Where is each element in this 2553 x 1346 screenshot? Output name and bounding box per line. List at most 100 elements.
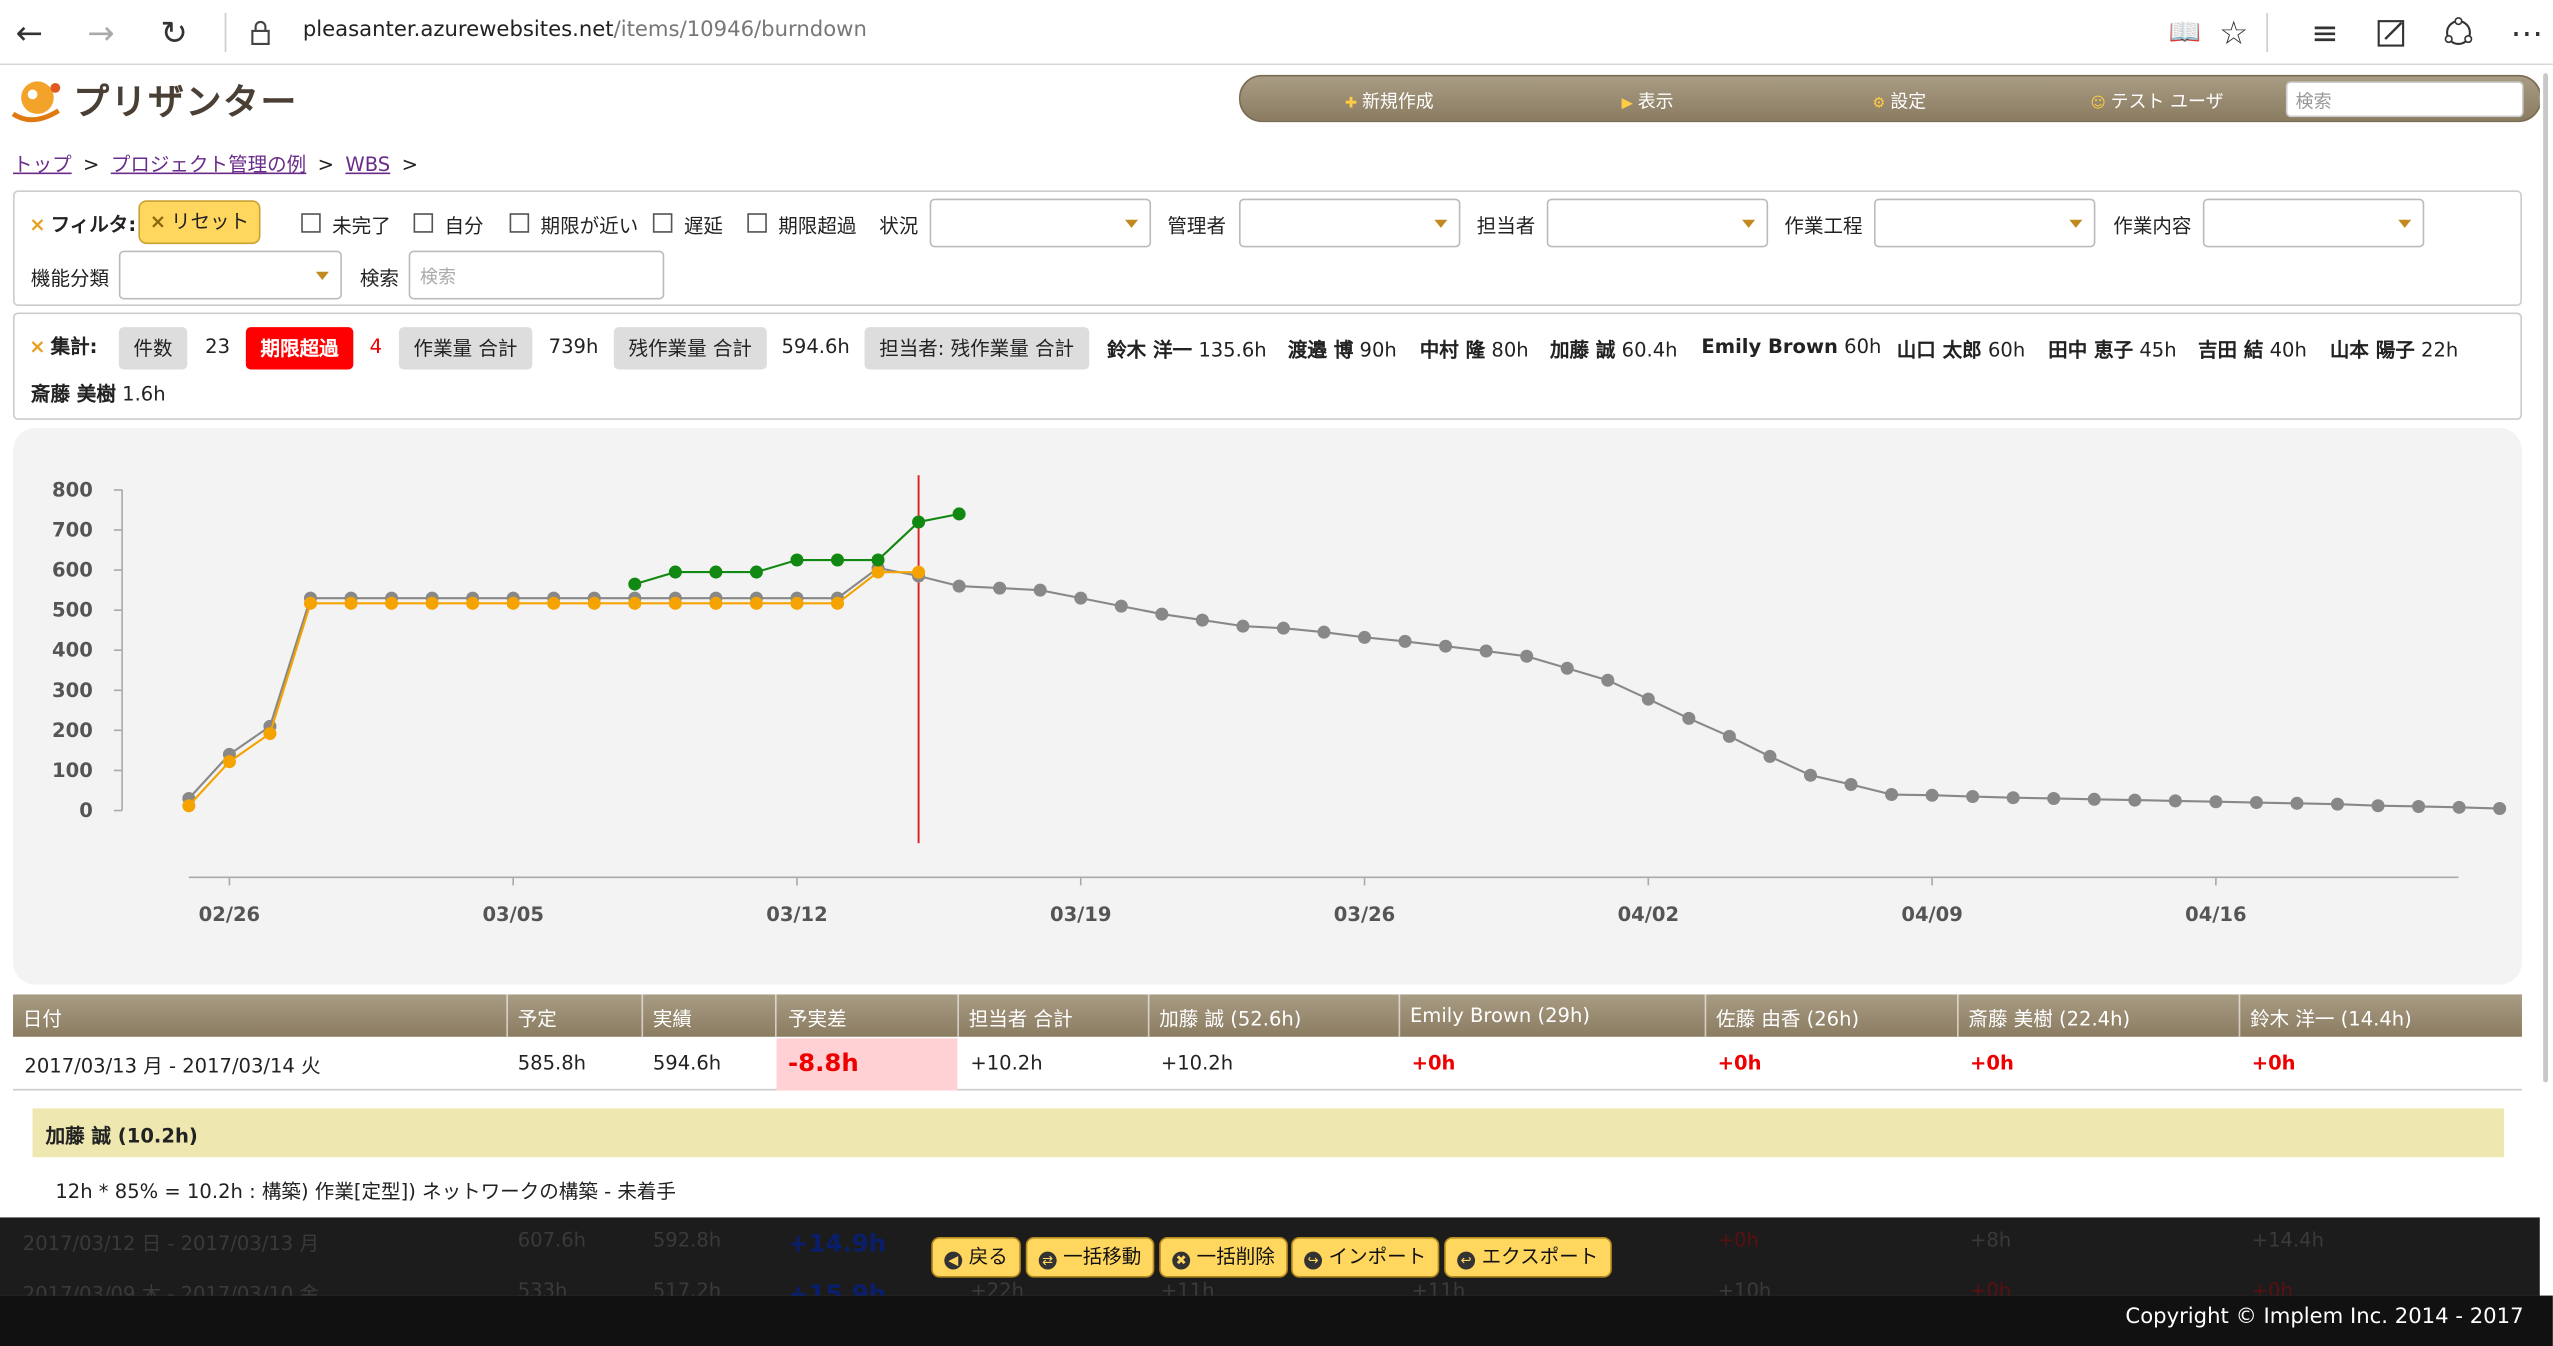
burndown-chart-panel: 800 700 600 500 400 300 200 100 0 02/26 03/05 03/12… [13,428,2522,985]
main-menu: ✚ 新規作成 ▶ 表示 ⚙ 設定 ☺ テスト ユーザ 検索 [1239,74,2542,123]
pleasanter-logo-icon[interactable] [10,78,69,124]
data-point-actual [303,596,317,610]
refresh-icon[interactable]: ↻ [155,13,194,52]
hub-icon[interactable]: ≡ [2305,13,2344,52]
col-emily[interactable]: Emily Brown (29h) [1410,1004,1590,1027]
assignee-name: 田中 恵子 [2048,338,2134,362]
forward-icon[interactable]: → [81,13,120,52]
menu-user[interactable]: ☺ テスト ユーザ [2091,88,2224,114]
col-date[interactable]: 日付 [23,1004,62,1032]
bulk-delete-button[interactable]: ✖ 一括削除 [1159,1236,1288,1278]
col-diff[interactable]: 予実差 [788,1004,847,1032]
row2-suzuki: +14.4h [2251,1228,2324,1252]
reset-label: リセット [170,209,250,233]
detail-line[interactable]: 12h * 85% = 10.2h : 構築) 作業[定型]) ネットワークの構… [55,1177,676,1205]
data-point-plan [1803,768,1817,782]
browser-toolbar: ← → ↻ pleasanter.azurewebsites.net/items… [0,0,2553,66]
process-select[interactable] [1873,198,2096,248]
bulk-move-label: 一括移動 [1063,1245,1142,1268]
data-point-actual [871,565,885,579]
scrollbar-thumb[interactable] [2543,73,2549,1083]
table-row[interactable]: 2017/03/13 月 - 2017/03/14 火 585.8h 594.6… [13,1038,2522,1091]
url-host: pleasanter.azurewebsites.net [302,17,614,43]
data-point-plan [1641,692,1655,706]
column-divider [1147,994,1150,1037]
back-icon[interactable]: ← [10,13,49,52]
menu-settings[interactable]: ⚙ 設定 [1872,88,1926,114]
row3-kato: +11h [1160,1279,1215,1296]
data-point-plan [1844,777,1858,791]
work-content-select[interactable] [2202,198,2425,248]
x-tick-label: 03/05 [482,903,543,926]
row3-saito: +0h [1970,1279,2012,1296]
data-point-plan [2047,791,2061,806]
breadcrumb-top[interactable]: トップ [13,153,72,176]
reset-filter-button[interactable]: × リセット [138,200,261,245]
checkbox-incomplete[interactable] [301,213,321,233]
checkbox-incomplete-label: 未完了 [332,214,391,238]
breadcrumb-wbs[interactable]: WBS [345,153,390,176]
import-label: インポート [1328,1245,1427,1268]
divider [2266,13,2268,53]
count-value: 23 [205,335,231,359]
favorite-star-icon[interactable]: ☆ [2214,13,2253,52]
cell-date: 2017/03/13 月 - 2017/03/14 火 [24,1054,321,1078]
reading-view-icon[interactable]: 📖 [2165,13,2204,52]
status-select[interactable] [929,198,1152,248]
function-class-select[interactable] [118,250,342,300]
import-button[interactable]: ↪ インポート [1291,1236,1440,1278]
triangle-right-icon: ▶ [1621,96,1633,113]
back-button[interactable]: ◀ 戻る [931,1236,1021,1278]
y-tick-label: 300 [52,679,93,702]
menu-view[interactable]: ▶ 表示 [1622,88,1674,114]
checkbox-mine[interactable] [413,213,434,233]
col-kato[interactable]: 加藤 誠 (52.6h) [1159,1004,1301,1032]
detail-title: 加藤 誠 (10.2h) [32,1108,2505,1158]
breadcrumb-project[interactable]: プロジェクト管理の例 [111,153,306,176]
menu-new[interactable]: ✚ 新規作成 [1345,88,1434,114]
col-plan[interactable]: 予定 [518,1004,557,1032]
owner-select[interactable] [1546,198,1769,248]
x-icon: × [149,209,167,233]
col-total[interactable]: 担当者 合計 [969,1004,1073,1032]
col-sato[interactable]: 佐藤 由香 (26h) [1716,1004,1859,1032]
data-point-plan [2452,800,2466,814]
checkbox-delay[interactable] [652,213,673,233]
header-search-input[interactable]: 検索 [2285,81,2524,118]
y-tick-label: 0 [79,799,93,822]
col-actual[interactable]: 実績 [653,1004,692,1032]
scrollbar[interactable] [2539,65,2553,1296]
data-point-plan [2168,794,2182,808]
data-point-actual [385,596,399,610]
summary-panel: × 集計: 件数 23 期限超過 4 作業量 合計 739h 残作業量 合計 59… [13,312,2522,420]
bulk-move-button[interactable]: ⇄ 一括移動 [1025,1236,1155,1278]
filter-search-input[interactable]: 検索 [408,250,665,300]
share-icon[interactable] [2439,13,2478,52]
collapse-x-icon[interactable]: × [29,213,45,236]
manager-select[interactable] [1239,198,1461,248]
row3-date: 2017/03/09 木 - 2017/03/10 金 [22,1282,319,1296]
search-label: 検索 [359,266,399,290]
trash-icon: ✖ [1172,1251,1191,1270]
column-divider [2238,994,2241,1037]
data-point-actual [912,565,926,579]
data-point-actual [628,596,642,610]
menu-new-label: 新規作成 [1362,91,1434,113]
data-point-actual [790,596,804,610]
y-tick-label: 400 [52,639,93,662]
web-note-icon[interactable] [2372,13,2411,52]
manager-label: 管理者 [1167,214,1227,238]
more-icon[interactable]: ⋯ [2507,13,2546,52]
col-saito[interactable]: 斎藤 美樹 (22.4h) [1968,1004,2130,1032]
checkbox-overdue[interactable] [747,213,767,233]
col-suzuki[interactable]: 鈴木 洋一 (14.4h) [2250,1004,2412,1032]
collapse-x-icon[interactable]: × [29,335,45,358]
app-logo-text[interactable]: プリザンター [73,73,298,125]
data-point-plan [1033,583,1047,597]
address-bar[interactable]: pleasanter.azurewebsites.net/items/10946… [303,18,867,42]
column-divider [1398,994,1401,1037]
process-label: 作業工程 [1784,214,1863,238]
column-divider [1704,994,1707,1037]
checkbox-near-deadline[interactable] [509,213,530,233]
export-button[interactable]: ↩ エクスポート [1444,1236,1612,1278]
